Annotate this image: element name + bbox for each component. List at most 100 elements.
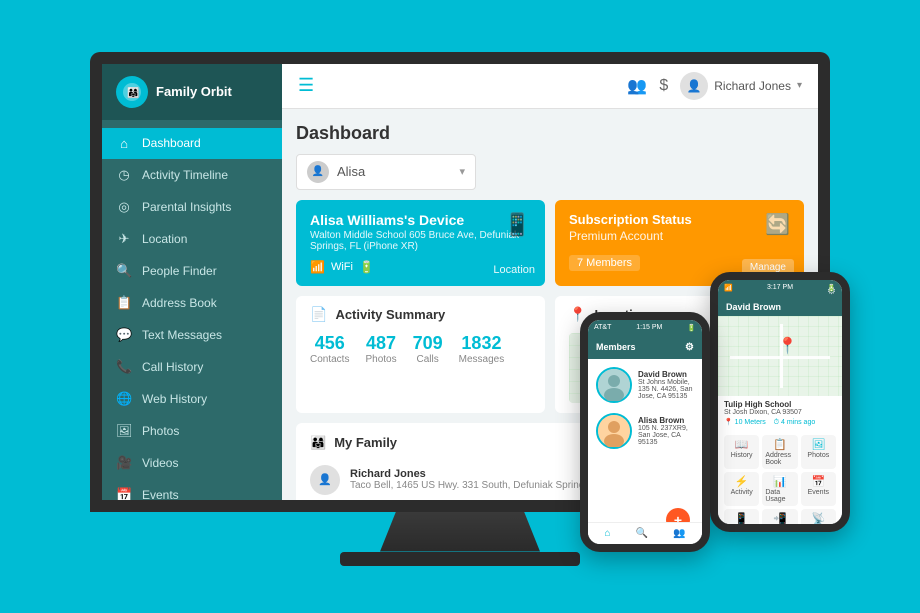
- stat-contacts: 456 Contacts: [310, 333, 349, 365]
- bottom-search-icon[interactable]: 🔍: [636, 528, 648, 539]
- device-card-title: Alisa Williams's Device: [310, 212, 531, 228]
- phone-right-screen: 📶 3:17 PM 🔋 David Brown ⚙ 📍 Tulip High S…: [718, 280, 842, 524]
- phone-left-header: Members ⚙: [588, 336, 702, 359]
- user-badge[interactable]: 👤 Richard Jones ▾: [680, 72, 802, 100]
- phone-device-right: 📶 3:17 PM 🔋 David Brown ⚙ 📍 Tulip High S…: [710, 272, 850, 532]
- david-history-item[interactable]: 📖 History: [724, 435, 759, 469]
- david-datausage-item[interactable]: 📊 Data Usage: [762, 472, 797, 506]
- dropdown-arrow-icon: ▾: [797, 80, 802, 91]
- sidebar-label-call-history: Call History: [142, 360, 203, 374]
- sidebar-item-whatsapp[interactable]: 💬 WhatsApp: [102, 511, 282, 512]
- sidebar-item-parental-insights[interactable]: ◎ Parental Insights: [102, 191, 282, 223]
- svg-text:👨‍👩‍👧: 👨‍👩‍👧: [127, 86, 139, 99]
- time-text: 1:15 PM: [636, 324, 662, 331]
- sidebar-item-web-history[interactable]: 🌐 Web History: [102, 383, 282, 415]
- users-icon: 👥: [627, 76, 647, 96]
- sidebar-item-address-book[interactable]: 📋 Address Book: [102, 287, 282, 319]
- device-avatar: 👤: [307, 161, 329, 183]
- phone-device-icon: 📱: [504, 212, 531, 238]
- addressbook-label: Address Book: [765, 452, 794, 466]
- hamburger-button[interactable]: ☰: [298, 75, 314, 96]
- sidebar-item-photos[interactable]: 🖼 Photos: [102, 415, 282, 447]
- dollar-icon: $: [659, 77, 668, 95]
- sidebar-item-dashboard[interactable]: ⌂ Dashboard: [102, 128, 282, 159]
- device-card: Alisa Williams's Device Walton Middle Sc…: [296, 200, 545, 286]
- contacts-value: 456: [315, 333, 345, 354]
- david-address: St Josh Dixon, CA 93507: [724, 409, 836, 416]
- stat-messages: 1832 Messages: [459, 333, 505, 365]
- sidebar-label-people-finder: People Finder: [142, 264, 217, 278]
- carrier2-text: 📶: [724, 284, 733, 292]
- activity-title: Activity Summary: [335, 307, 445, 322]
- david-activity-item[interactable]: ⚡ Activity: [724, 472, 759, 506]
- family-icon: 👨‍👩‍👧: [310, 435, 326, 451]
- videos-icon: 🎥: [116, 455, 132, 471]
- david-phone-address: St Johns Mobile, 135 N. 4426, San Jose, …: [638, 379, 694, 400]
- sidebar-item-location[interactable]: ✈ Location: [102, 223, 282, 255]
- david-icons-grid: 📖 History 📋 Address Book 🖼 Photos ⚡ Acti…: [718, 431, 842, 524]
- events2-label: Events: [808, 489, 829, 496]
- sidebar-logo: 👨‍👩‍👧 Family Orbit: [102, 64, 282, 120]
- sidebar-label-activity-timeline: Activity Timeline: [142, 168, 228, 182]
- david-distance: 📍 10 Meters ⏱ 4 mins ago: [724, 418, 836, 427]
- selector-arrow-icon: ▾: [459, 165, 465, 178]
- activity-label: Activity: [731, 489, 753, 496]
- stats-row: 456 Contacts 487 Photos 709: [310, 333, 531, 365]
- battery-icon: 🔋: [359, 260, 374, 274]
- sidebar-item-people-finder[interactable]: 🔍 People Finder: [102, 255, 282, 287]
- david-wifilogs-item[interactable]: 📡 WiFi Logs: [801, 509, 836, 524]
- david-map: 📍: [718, 316, 842, 396]
- wifilogs-icon: 📡: [811, 512, 825, 524]
- top-bar-left: ☰: [298, 75, 314, 96]
- deviceinfo-icon: 📲: [773, 512, 787, 524]
- top-bar: ☰ 👥 $ 👤 Richard Jones ▾: [282, 64, 818, 109]
- alisa-phone-info: Alisa Brown 105 N. 237XR9, San Jose, CA …: [638, 416, 694, 446]
- sidebar-label-web-history: Web History: [142, 392, 207, 406]
- monitor-base: [340, 552, 580, 566]
- sidebar-item-events[interactable]: 📅 Events: [102, 479, 282, 511]
- subscription-plan: Premium Account: [569, 229, 790, 243]
- david-addressbook-item[interactable]: 📋 Address Book: [762, 435, 797, 469]
- photos2-icon: 🖼: [811, 438, 825, 451]
- datausage-icon: 📊: [773, 475, 787, 488]
- sidebar-item-activity-timeline[interactable]: ◷ Activity Timeline: [102, 159, 282, 191]
- bottom-members-icon[interactable]: 👥: [673, 528, 685, 539]
- sidebar-item-call-history[interactable]: 📞 Call History: [102, 351, 282, 383]
- phone-member-alisa: Alisa Brown 105 N. 237XR9, San Jose, CA …: [592, 409, 698, 453]
- stat-calls: 709 Calls: [413, 333, 443, 365]
- sidebar-item-text-messages[interactable]: 💬 Text Messages: [102, 319, 282, 351]
- device-name: Alisa: [337, 164, 365, 179]
- david-photos-item[interactable]: 🖼 Photos: [801, 435, 836, 469]
- sidebar-label-events: Events: [142, 488, 179, 502]
- sidebar-label-parental-insights: Parental Insights: [142, 200, 231, 214]
- phone-bottom-bar: ⌂ 🔍 👥: [588, 522, 702, 544]
- david-events-item[interactable]: 📅 Events: [801, 472, 836, 506]
- activity-header-icon: 📄: [310, 306, 327, 323]
- addressbook-icon: 📋: [773, 438, 787, 451]
- carrier-text: AT&T: [594, 324, 611, 331]
- device-card-subtitle: Walton Middle School 605 Bruce Ave, Defu…: [310, 230, 531, 252]
- device-selector[interactable]: 👤 Alisa ▾: [296, 154, 476, 190]
- david-phone-avatar: [596, 367, 632, 403]
- page-title: Dashboard: [296, 123, 804, 144]
- sidebar-item-videos[interactable]: 🎥 Videos: [102, 447, 282, 479]
- david-deviceinfo-item[interactable]: 📲 Device Info: [762, 509, 797, 524]
- messages-value: 1832: [461, 333, 501, 354]
- subscription-title: Subscription Status: [569, 212, 790, 227]
- david-installed-item[interactable]: 📱 Installed: [724, 509, 759, 524]
- messages-label: Messages: [459, 354, 505, 365]
- bottom-home-icon[interactable]: ⌂: [605, 528, 611, 539]
- text-messages-icon: 💬: [116, 327, 132, 343]
- david-map-pin: 📍: [778, 336, 798, 356]
- events-icon: 📅: [116, 487, 132, 503]
- sidebar-label-dashboard: Dashboard: [142, 136, 201, 150]
- activity-timeline-icon: ◷: [116, 167, 132, 183]
- subscription-members: 7 Members: [569, 255, 640, 271]
- contacts-label: Contacts: [310, 354, 349, 365]
- phone-member-david: David Brown St Johns Mobile, 135 N. 4426…: [592, 363, 698, 407]
- family-title: My Family: [334, 435, 397, 450]
- location-icon: ✈: [116, 231, 132, 247]
- device-location-label[interactable]: Location: [493, 264, 535, 276]
- wifi-icon: WiFi: [331, 261, 353, 273]
- sidebar: 👨‍👩‍👧 Family Orbit ⌂ Dashboard ◷ Activit: [102, 64, 282, 500]
